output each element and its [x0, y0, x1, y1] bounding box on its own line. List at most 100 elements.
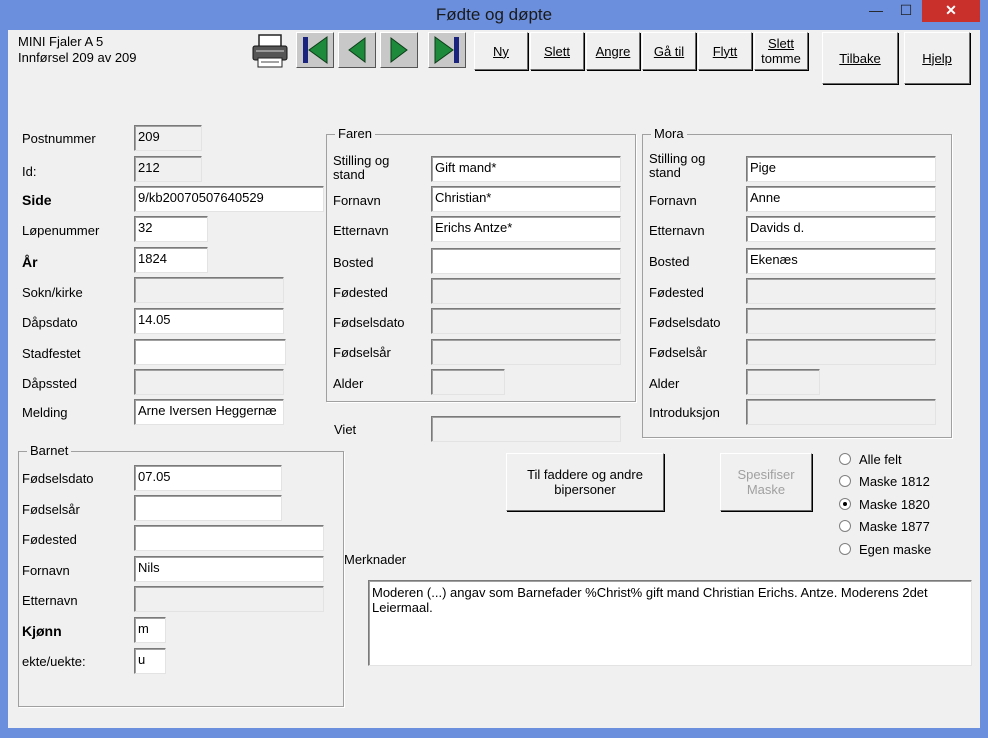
mora-stilling-field[interactable]: Pige: [746, 156, 936, 182]
mora-introduksjon-field[interactable]: [746, 399, 936, 425]
faren-legend: Faren: [335, 126, 375, 141]
kjonn-field[interactable]: m: [134, 617, 166, 643]
printer-icon[interactable]: [250, 32, 292, 70]
id-field[interactable]: 212: [134, 156, 202, 182]
faren-stilling-label: Stilling og stand: [333, 154, 389, 182]
barnet-fodested-label: Fødested: [22, 532, 77, 547]
spesifiser-label-1: Spesifiser: [737, 467, 795, 482]
sokn-label: Sokn/kirke: [22, 285, 83, 300]
mora-fodselsdato-field[interactable]: [746, 308, 936, 334]
mask-radio-1820[interactable]: [839, 498, 851, 510]
faren-fodselsar-label: Fødselsår: [333, 345, 391, 360]
mask-radio-1877[interactable]: [839, 520, 851, 532]
faren-fodested-label: Fødested: [333, 285, 388, 300]
mora-alder-field[interactable]: [746, 369, 820, 395]
faren-fodselsar-field[interactable]: [431, 339, 621, 365]
mora-stilling-label: Stilling og stand: [649, 152, 705, 180]
faren-bosted-label: Bosted: [333, 255, 374, 270]
postnummer-field[interactable]: 209: [134, 125, 202, 151]
faren-fodselsdato-label: Fødselsdato: [333, 315, 405, 330]
mora-bosted-field[interactable]: Ekenæs: [746, 248, 936, 274]
dapsdato-label: Dåpsdato: [22, 315, 78, 330]
back-button[interactable]: Tilbake: [822, 32, 898, 84]
ar-label: År: [22, 254, 38, 270]
side-field[interactable]: 9/kb20070507640529: [134, 186, 324, 212]
barnet-fodested-field[interactable]: [134, 525, 324, 551]
back-button-label: Tilbake: [839, 50, 881, 66]
kjonn-label: Kjønn: [22, 623, 62, 639]
faren-bosted-field[interactable]: [431, 248, 621, 274]
faren-alder-field[interactable]: [431, 369, 505, 395]
mora-etternavn-field[interactable]: Davids d.: [746, 216, 936, 242]
faren-fodested-field[interactable]: [431, 278, 621, 304]
lopenummer-label: Løpenummer: [22, 223, 100, 238]
mora-fodselsar-label: Fødselsår: [649, 345, 707, 360]
help-button[interactable]: Hjelp: [904, 32, 970, 84]
faren-fodselsdato-field[interactable]: [431, 308, 621, 334]
lopenummer-field[interactable]: 32: [134, 216, 208, 242]
new-button[interactable]: Ny: [474, 32, 528, 70]
dapssted-label: Dåpssted: [22, 376, 77, 391]
faren-stilling-field[interactable]: Gift mand*: [431, 156, 621, 182]
mora-fodested-label: Fødested: [649, 285, 704, 300]
stadfestet-field[interactable]: [134, 339, 286, 365]
faren-stilling-label-1: Stilling og: [333, 153, 390, 168]
close-button[interactable]: ✕: [922, 0, 980, 22]
new-button-label: Ny: [493, 43, 509, 59]
merknader-label: Merknader: [344, 552, 407, 567]
spesifiser-label-2: Maske: [746, 482, 786, 497]
undo-button-label: Angre: [595, 43, 631, 59]
mora-fornavn-field[interactable]: Anne: [746, 186, 936, 212]
mora-fodselsar-field[interactable]: [746, 339, 936, 365]
archive-info: MINI Fjaler A 5: [18, 34, 104, 49]
melding-label: Melding: [22, 405, 68, 420]
next-record-button[interactable]: [380, 32, 418, 68]
barnet-fodselsdato-field[interactable]: 07.05: [134, 465, 282, 491]
maximize-button[interactable]: ☐: [892, 0, 920, 22]
mask-radio-1812[interactable]: [839, 475, 851, 487]
last-record-button[interactable]: [428, 32, 466, 68]
title-bar[interactable]: Fødte og døpte — ☐ ✕: [0, 0, 988, 30]
barnet-fornavn-field[interactable]: Nils: [134, 556, 324, 582]
faren-stilling-label-2: stand: [333, 167, 365, 182]
melding-field[interactable]: Arne Iversen Heggernæ: [134, 399, 284, 425]
mora-alder-label: Alder: [649, 376, 680, 391]
goto-button-label: Gå til: [653, 43, 685, 59]
id-label: Id:: [22, 164, 37, 179]
ekte-label: ekte/uekte:: [22, 654, 86, 669]
barnet-fodselsar-field[interactable]: [134, 495, 282, 521]
mask-radio-alle[interactable]: [839, 453, 851, 465]
mask-radio-egen[interactable]: [839, 543, 851, 555]
move-button-label: Flytt: [712, 43, 738, 59]
stadfestet-label: Stadfestet: [22, 346, 81, 361]
delete-button-label: Slett: [543, 43, 570, 59]
faddere-button-label-1: Til faddere og andre: [527, 467, 643, 482]
ekte-field[interactable]: u: [134, 648, 166, 674]
dapsdato-field[interactable]: 14.05: [134, 308, 284, 334]
minimize-button[interactable]: —: [862, 0, 890, 22]
barnet-legend: Barnet: [27, 443, 72, 458]
viet-field[interactable]: [431, 416, 621, 442]
ar-field[interactable]: 1824: [134, 247, 208, 273]
viet-label: Viet: [334, 422, 357, 437]
faren-fornavn-field[interactable]: Christian*: [431, 186, 621, 212]
move-button[interactable]: Flytt: [698, 32, 752, 70]
undo-button[interactable]: Angre: [586, 32, 640, 70]
prev-record-button[interactable]: [338, 32, 376, 68]
delete-button[interactable]: Slett: [530, 32, 584, 70]
merknader-textarea[interactable]: Moderen (...) angav som Barnefader %Chri…: [368, 580, 972, 666]
mora-fodested-field[interactable]: [746, 278, 936, 304]
barnet-fodselsdato-label: Fødselsdato: [22, 471, 94, 486]
help-button-label: Hjelp: [922, 50, 952, 66]
first-record-button[interactable]: [296, 32, 334, 68]
delete-empty-button[interactable]: Slett tomme: [754, 32, 808, 70]
faddere-button[interactable]: Til faddere og andre bipersoner: [506, 453, 664, 511]
barnet-fornavn-label: Fornavn: [22, 563, 70, 578]
sokn-field[interactable]: [134, 277, 284, 303]
dapssted-field[interactable]: [134, 369, 284, 395]
faren-etternavn-field[interactable]: Erichs Antze*: [431, 216, 621, 242]
goto-button[interactable]: Gå til: [642, 32, 696, 70]
spesifiser-maske-button[interactable]: Spesifiser Maske: [720, 453, 812, 511]
barnet-etternavn-field[interactable]: [134, 586, 324, 612]
mora-introduksjon-label: Introduksjon: [649, 405, 720, 420]
